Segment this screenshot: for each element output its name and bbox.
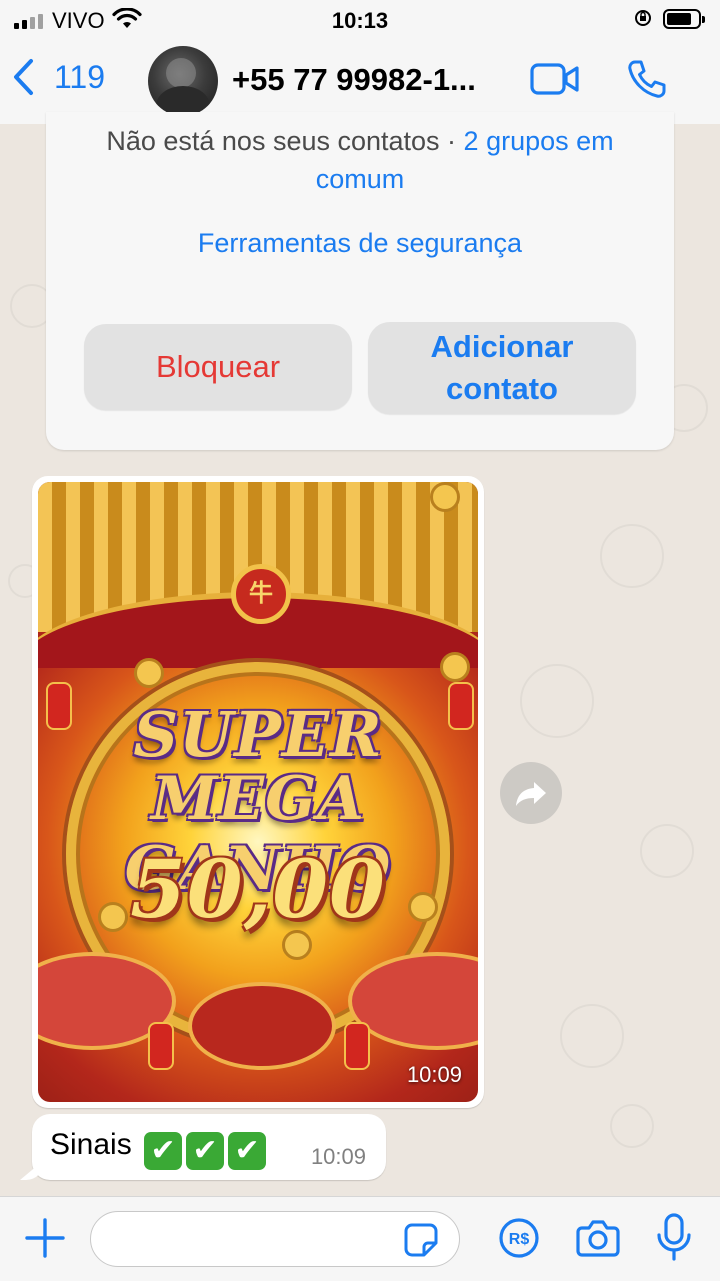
media-message[interactable]: 牛 SUPER MEGA GANHO 50,00 10:09: [32, 476, 484, 1108]
back-button[interactable]: 119: [12, 58, 105, 96]
block-button[interactable]: Bloquear: [84, 324, 352, 410]
svg-text:R$: R$: [509, 1231, 530, 1248]
forward-button[interactable]: [500, 762, 562, 824]
message-body: Sinais: [50, 1128, 132, 1161]
message-text: Sinais ✔ ✔ ✔: [50, 1128, 267, 1170]
game-title-line1: SUPER: [133, 698, 383, 771]
coin-icon: [134, 658, 164, 688]
lantern-icon: [344, 1022, 370, 1070]
avatar[interactable]: [148, 46, 218, 116]
check-mark-emoji-icon: ✔: [144, 1132, 183, 1170]
phone-icon[interactable]: [626, 58, 668, 100]
game-screenshot-image[interactable]: 牛 SUPER MEGA GANHO 50,00 10:09: [38, 482, 478, 1102]
composer-bar: R$: [0, 1196, 720, 1281]
status-bar: VIVO 10:13: [0, 0, 720, 40]
sticker-icon[interactable]: [404, 1223, 438, 1257]
lantern-icon: [148, 1022, 174, 1070]
rotation-lock-icon: [635, 10, 651, 26]
coin-icon: [440, 652, 470, 682]
battery-icon: [663, 9, 705, 29]
unread-count: 119: [54, 58, 106, 95]
separator: ·: [439, 126, 464, 156]
add-contact-label: Adicionar contato: [430, 329, 574, 406]
camera-icon[interactable]: [576, 1219, 620, 1257]
message-time: 10:09: [310, 1144, 366, 1169]
safety-tools-link[interactable]: Ferramentas de segurança: [46, 228, 674, 259]
chevron-left-icon: [14, 59, 33, 95]
video-call-icon[interactable]: [530, 62, 580, 96]
message-time: 10:09: [406, 1062, 462, 1087]
clock: 10:13: [331, 8, 389, 33]
microphone-icon[interactable]: [656, 1213, 692, 1263]
check-mark-emoji-icon: ✔: [228, 1132, 267, 1170]
payment-icon[interactable]: R$: [498, 1217, 540, 1259]
contact-info-line: Não está nos seus contatos · 2 grupos em…: [66, 122, 654, 198]
add-contact-button[interactable]: Adicionar contato: [368, 322, 636, 414]
coin-icon: [430, 482, 460, 512]
plus-icon[interactable]: [24, 1217, 66, 1259]
game-win-amount: 50,00: [130, 842, 386, 936]
ox-medallion-icon: 牛: [231, 564, 291, 624]
text-message[interactable]: Sinais ✔ ✔ ✔ 10:09: [32, 1114, 386, 1180]
unknown-contact-card: Não está nos seus contatos · 2 grupos em…: [46, 112, 674, 450]
not-in-contacts-text: Não está nos seus contatos: [106, 126, 440, 156]
check-mark-emoji-icon: ✔: [186, 1132, 225, 1170]
forward-icon: [516, 782, 546, 806]
fortune-sign: [188, 982, 336, 1070]
contact-name[interactable]: +55 77 99982-1...: [232, 62, 502, 98]
